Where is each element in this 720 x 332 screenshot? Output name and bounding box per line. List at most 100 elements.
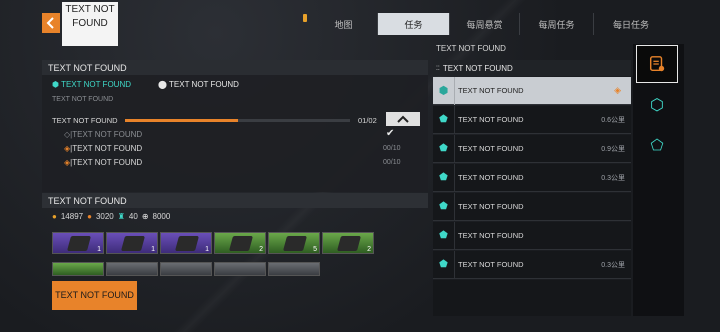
objective-count: 00/10 xyxy=(383,145,401,152)
reward-item-slot[interactable]: 2 xyxy=(214,232,266,254)
quest-distance: 0.6公里 xyxy=(601,116,625,124)
reward-item-slot[interactable]: 2 xyxy=(322,232,374,254)
rewards-section-header: TEXT NOT FOUND xyxy=(42,193,428,208)
quest-list-empty-area xyxy=(433,280,631,316)
reward-item-slot[interactable] xyxy=(52,262,104,276)
reward-item-slot[interactable] xyxy=(106,262,158,276)
tab-bar: 地图 任务 每周悬赏 每周任务 每日任务 xyxy=(310,13,668,35)
tab-label: 每周任务 xyxy=(538,19,575,30)
item-count: 2 xyxy=(367,246,371,253)
quest-type: ⬢ TEXT NOT FOUND xyxy=(52,80,131,89)
quest-list-subheader-label: TEXT NOT FOUND xyxy=(442,63,513,73)
quest-progress-fill xyxy=(125,119,238,122)
quest-item-label: TEXT NOT FOUND xyxy=(458,115,524,124)
pentagon-icon: ⬟ xyxy=(433,105,455,134)
rail-hexagon-button[interactable]: ⬡ xyxy=(636,86,678,124)
currency-row: ● 14897 ● 3020 ♜ 40 ⊕ 8000 xyxy=(52,212,170,221)
diamond-icon: ◈ xyxy=(64,158,71,167)
collapse-button[interactable] xyxy=(386,112,420,126)
quest-item-label: TEXT NOT FOUND xyxy=(458,260,524,269)
item-icon xyxy=(282,236,308,251)
quest-list-item[interactable]: ⬟ TEXT NOT FOUND 0.3公里 xyxy=(433,163,631,192)
item-count: 1 xyxy=(151,246,155,253)
pentagon-icon: ⬟ xyxy=(433,250,455,279)
quest-location: ⬤ TEXT NOT FOUND xyxy=(158,80,239,89)
quest-item-label: TEXT NOT FOUND xyxy=(458,173,524,182)
pentagon-icon: ⬟ xyxy=(433,221,455,250)
tab-label: 地图 xyxy=(334,19,353,30)
quest-list-item[interactable]: ⬟ TEXT NOT FOUND xyxy=(433,221,631,250)
quest-list-item[interactable]: ⬢ TEXT NOT FOUND ◈ xyxy=(433,76,631,105)
tab-daily-tasks[interactable]: 每日任务 xyxy=(594,13,668,35)
pentagon-icon: ⬟ xyxy=(433,192,455,221)
reward-item-slot[interactable]: 1 xyxy=(106,232,158,254)
xp-icon: ● xyxy=(52,212,57,221)
item-icon xyxy=(174,236,200,251)
currency-value: 14897 xyxy=(60,212,84,221)
rail-all-quests-button[interactable] xyxy=(636,45,678,83)
chevron-left-icon xyxy=(46,17,54,29)
item-count: 5 xyxy=(313,246,317,253)
category-rail xyxy=(633,44,684,316)
coin-icon: ⊕ xyxy=(141,212,149,221)
quest-location-label: TEXT NOT FOUND xyxy=(169,80,239,89)
reward-item-slot[interactable] xyxy=(160,262,212,276)
quest-scroll-icon xyxy=(649,56,665,72)
quest-description: TEXT NOT FOUND xyxy=(52,96,114,103)
crest-icon: ♜ xyxy=(117,212,125,221)
item-icon xyxy=(66,236,92,251)
reward-item-slot[interactable] xyxy=(214,262,266,276)
quest-section-header: TEXT NOT FOUND xyxy=(42,60,428,75)
objective-text: TEXT NOT FOUND xyxy=(72,144,143,153)
sp-icon: ● xyxy=(87,212,92,221)
diamond-icon: ◇ xyxy=(64,130,71,139)
quest-list-item[interactable]: ⬟ TEXT NOT FOUND 0.6公里 xyxy=(433,105,631,134)
objective-item: ◇|TEXT NOT FOUND xyxy=(64,130,143,139)
quest-item-label: TEXT NOT FOUND xyxy=(458,144,524,153)
tab-label: 每周悬赏 xyxy=(466,19,503,30)
reward-item-slot[interactable] xyxy=(268,262,320,276)
quest-list-subheader: ⁚⁚ TEXT NOT FOUND xyxy=(433,60,631,76)
hexagon-icon: ⬢ xyxy=(433,76,455,105)
quest-distance: 0.9公里 xyxy=(601,145,625,153)
item-count: 2 xyxy=(259,246,263,253)
tracked-diamond-icon: ◈ xyxy=(614,85,621,95)
quest-type-label: TEXT NOT FOUND xyxy=(61,80,131,89)
hexagon-icon: ⬢ xyxy=(52,80,59,89)
hexagon-icon: ⬡ xyxy=(650,97,664,114)
checkmark-icon: ✔ xyxy=(386,128,395,139)
item-count: 1 xyxy=(97,246,101,253)
quest-list-item[interactable]: ⬟ TEXT NOT FOUND 0.3公里 xyxy=(433,250,631,279)
objective-text: TEXT NOT FOUND xyxy=(72,158,143,167)
objective-item: ◈|TEXT NOT FOUND xyxy=(64,158,143,167)
tab-weekly-tasks[interactable]: 每周任务 xyxy=(520,13,594,35)
page-title: TEXT NOT FOUND xyxy=(62,2,118,46)
tab-map[interactable]: 地图 xyxy=(310,13,378,35)
reward-item-slot[interactable]: 5 xyxy=(268,232,320,254)
reward-item-slot[interactable]: 1 xyxy=(52,232,104,254)
quest-distance: 0.3公里 xyxy=(601,174,625,182)
accept-quest-button[interactable]: TEXT NOT FOUND xyxy=(52,281,137,310)
quest-progress-bar xyxy=(125,119,350,122)
rail-pentagon-button[interactable]: ⬠ xyxy=(636,126,678,164)
tab-weekly-bounty[interactable]: 每周悬赏 xyxy=(450,13,520,35)
currency-value: 3020 xyxy=(95,212,114,221)
item-icon xyxy=(228,236,254,251)
item-icon xyxy=(336,236,362,251)
tab-label: 每日任务 xyxy=(612,19,649,30)
objective-item: ◈|TEXT NOT FOUND xyxy=(64,144,143,153)
grip-icon: ⁚⁚ xyxy=(436,65,440,72)
back-button[interactable] xyxy=(42,13,60,33)
tab-quests[interactable]: 任务 xyxy=(378,13,450,35)
reward-item-slot[interactable]: 1 xyxy=(160,232,212,254)
pentagon-icon: ⬠ xyxy=(650,137,664,154)
quest-item-label: TEXT NOT FOUND xyxy=(458,202,524,211)
quest-item-label: TEXT NOT FOUND xyxy=(458,231,524,240)
quest-list-item[interactable]: ⬟ TEXT NOT FOUND 0.9公里 xyxy=(433,134,631,163)
map-pin-icon: ⬤ xyxy=(158,80,167,89)
accept-quest-label: TEXT NOT FOUND xyxy=(55,290,134,300)
quest-list-item[interactable]: ⬟ TEXT NOT FOUND xyxy=(433,192,631,221)
item-count: 1 xyxy=(205,246,209,253)
alert-icon xyxy=(303,14,307,22)
rewards-section-title: TEXT NOT FOUND xyxy=(48,195,127,206)
